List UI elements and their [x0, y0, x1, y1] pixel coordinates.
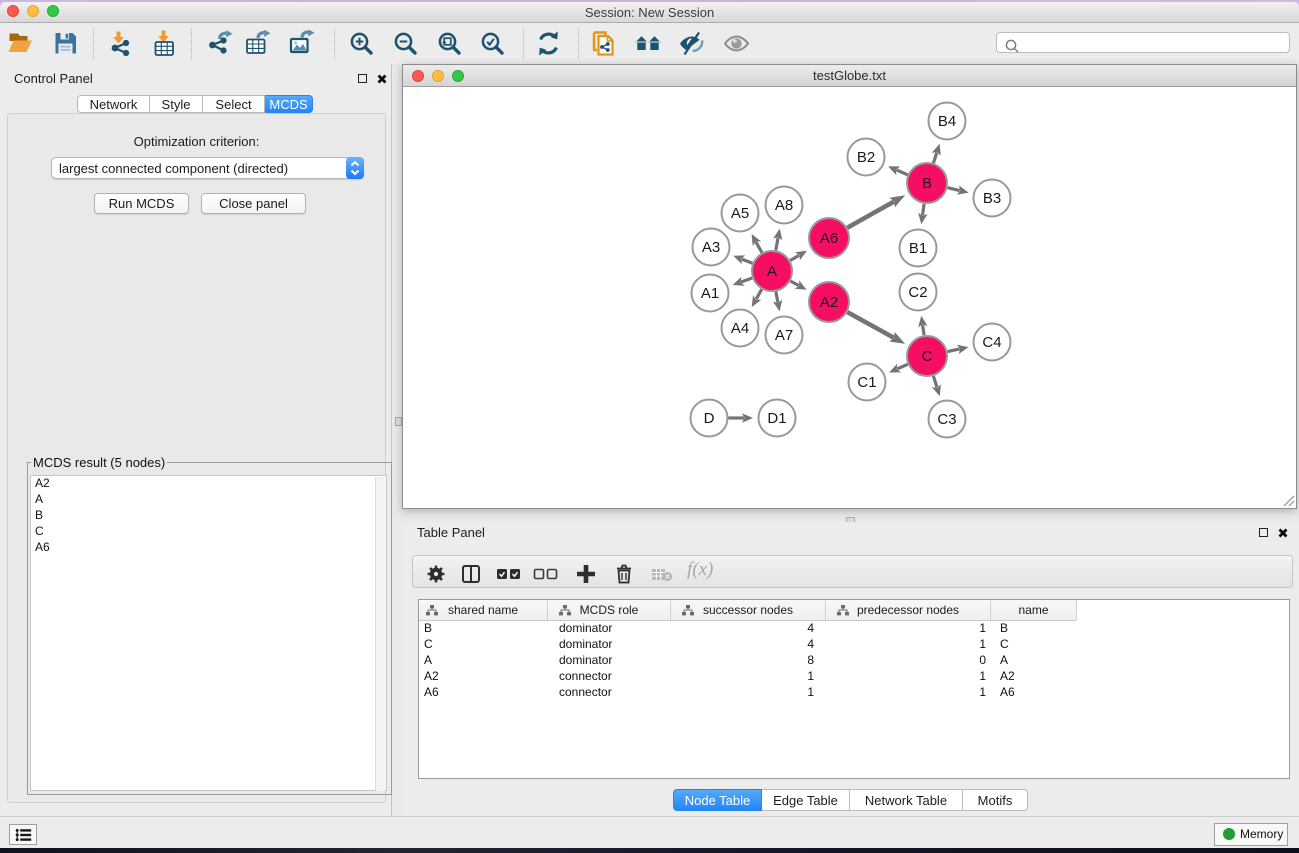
svg-text:B: B [922, 175, 932, 192]
svg-text:C2: C2 [908, 284, 927, 301]
svg-text:B1: B1 [909, 240, 927, 257]
svg-text:D1: D1 [767, 410, 786, 427]
svg-text:C1: C1 [857, 374, 876, 391]
svg-text:A6: A6 [820, 230, 838, 247]
svg-text:C4: C4 [982, 334, 1001, 351]
svg-text:B2: B2 [857, 149, 875, 166]
svg-text:A1: A1 [701, 285, 719, 302]
svg-text:A4: A4 [731, 320, 749, 337]
svg-text:A: A [767, 263, 777, 280]
svg-text:C3: C3 [937, 411, 956, 428]
svg-text:B3: B3 [983, 190, 1001, 207]
svg-text:A5: A5 [731, 205, 749, 222]
svg-text:A7: A7 [775, 327, 793, 344]
svg-text:D: D [704, 410, 715, 427]
svg-text:A8: A8 [775, 197, 793, 214]
svg-text:A3: A3 [702, 239, 720, 256]
svg-text:C: C [922, 348, 933, 365]
svg-text:B4: B4 [938, 113, 956, 130]
svg-text:A2: A2 [820, 294, 838, 311]
